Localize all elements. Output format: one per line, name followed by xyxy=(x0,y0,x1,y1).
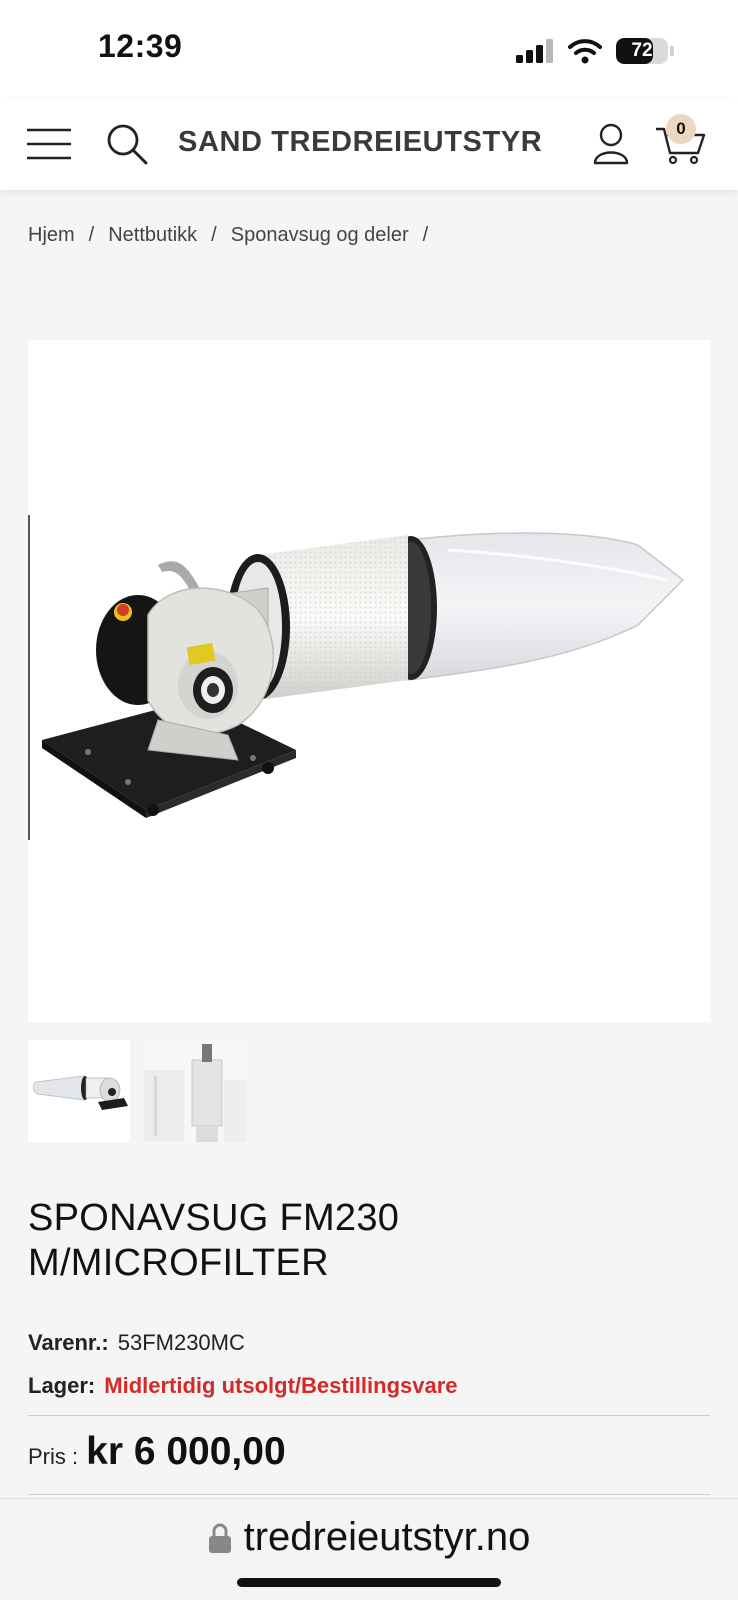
thumbnail-2[interactable] xyxy=(144,1040,246,1142)
address-bar-content: tredreieutstyr.no xyxy=(0,1515,738,1560)
thumbnail-strip xyxy=(28,1040,246,1142)
menu-button[interactable] xyxy=(22,98,76,190)
search-icon xyxy=(107,124,148,165)
breadcrumb-shop[interactable]: Nettbutikk xyxy=(108,224,197,247)
stock-row: Lager: Midlertidig utsolgt/Bestillingsva… xyxy=(28,1373,458,1399)
price-label: Pris : xyxy=(28,1444,79,1469)
status-bar: 12:39 72 xyxy=(0,0,738,98)
price-value: kr 6 000,00 xyxy=(86,1430,286,1473)
site-header: SAND TREDREIEUTSTYR 0 xyxy=(0,98,738,190)
breadcrumb-separator: / xyxy=(422,224,429,246)
menu-icon xyxy=(27,128,71,160)
status-icons: 72 xyxy=(516,36,674,66)
price-row: Pris : kr 6 000,00 xyxy=(28,1430,286,1474)
stock-label: Lager: xyxy=(28,1373,96,1398)
divider xyxy=(28,1494,710,1495)
sku-value: 53FM230MC xyxy=(117,1330,245,1355)
cellular-signal-icon xyxy=(516,39,553,63)
url-text[interactable]: tredreieutstyr.no xyxy=(244,1515,531,1560)
cart-count-badge[interactable]: 0 xyxy=(666,114,696,144)
thumbnail-1[interactable] xyxy=(28,1040,130,1142)
product-title: SPONAVSUG FM230 M/MICROFILTER xyxy=(28,1197,400,1284)
battery-nub xyxy=(670,46,674,56)
account-button[interactable] xyxy=(588,98,634,190)
thumbnail-installed-collector-image xyxy=(144,1040,246,1142)
divider xyxy=(28,1415,710,1416)
thumbnail-dust-collector-image xyxy=(32,1075,128,1110)
product-main-image[interactable] xyxy=(28,340,710,1022)
dust-collector-illustration xyxy=(28,515,685,840)
sku-row: Varenr.: 53FM230MC xyxy=(28,1330,245,1356)
cart-button[interactable] xyxy=(650,98,712,190)
account-icon xyxy=(593,123,629,165)
stock-status: Midlertidig utsolgt/Bestillingsvare xyxy=(104,1373,458,1398)
breadcrumb-home[interactable]: Hjem xyxy=(28,224,75,247)
lock-icon xyxy=(208,1523,231,1553)
breadcrumb: Hjem / Nettbutikk / Sponavsug og deler / xyxy=(28,224,442,247)
breadcrumb-separator: / xyxy=(211,224,217,246)
wifi-icon xyxy=(568,39,602,64)
home-indicator[interactable] xyxy=(237,1578,501,1587)
status-time: 12:39 xyxy=(98,28,183,64)
battery-icon: 72 xyxy=(616,38,668,64)
battery-percent: 72 xyxy=(631,40,653,61)
sku-label: Varenr.: xyxy=(28,1330,109,1355)
breadcrumb-category[interactable]: Sponavsug og deler xyxy=(231,224,409,247)
breadcrumb-separator: / xyxy=(88,224,95,246)
site-logo[interactable]: SAND TREDREIEUTSTYR xyxy=(178,126,542,159)
search-button[interactable] xyxy=(102,98,152,190)
